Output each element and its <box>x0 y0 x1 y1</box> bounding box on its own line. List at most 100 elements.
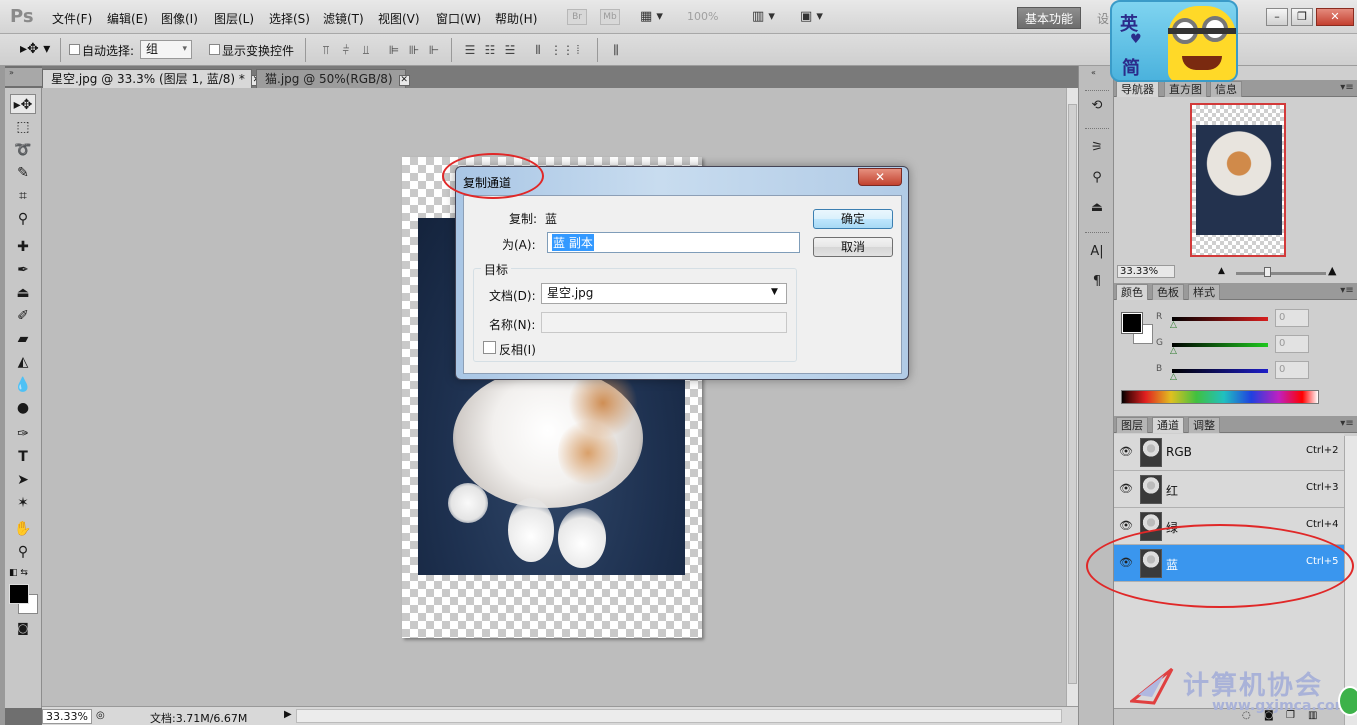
menu-view[interactable]: 视图(V) <box>378 10 420 27</box>
navigator-zoom-field[interactable]: 33.33% <box>1117 265 1175 278</box>
dock-expand-icon[interactable]: « <box>1091 68 1096 77</box>
navigator-preview[interactable] <box>1190 103 1286 257</box>
menu-layer[interactable]: 图层(L) <box>214 10 254 27</box>
panel-menu-icon[interactable]: ▾≡ <box>1340 417 1354 431</box>
quick-mask-icon[interactable]: ◙ <box>10 618 36 638</box>
type-tool-icon[interactable]: T <box>10 447 36 467</box>
brush-panel-icon[interactable]: ⚲ <box>1087 168 1107 188</box>
panel-menu-icon[interactable]: ▾≡ <box>1340 284 1354 298</box>
bridge-button[interactable]: Br <box>567 9 587 25</box>
quick-selection-tool-icon[interactable]: ✎ <box>10 163 36 183</box>
distribute-vcenter-icon[interactable]: ☷ <box>482 42 498 58</box>
auto-select-target-select[interactable]: 组 ▾ <box>140 40 192 59</box>
channel-row-red[interactable]: 👁 红 Ctrl+3 <box>1114 471 1344 508</box>
auto-align-layers-icon[interactable]: ⫼ <box>608 42 624 58</box>
move-tool-preset-icon[interactable]: ▸✥ ▾ <box>20 41 50 57</box>
tab-info[interactable]: 信息 <box>1210 81 1242 97</box>
menu-window[interactable]: 窗口(W) <box>436 10 481 27</box>
lasso-tool-icon[interactable]: ➰ <box>10 140 36 160</box>
tab-cat[interactable]: 猫.jpg @ 50%(RGB/8) ✕ <box>256 69 410 88</box>
character-panel-icon[interactable]: A| <box>1087 242 1107 262</box>
distribute-bottom-icon[interactable]: ☱ <box>502 42 518 58</box>
channels-scrollbar[interactable] <box>1344 436 1357 725</box>
color-spectrum-bar[interactable] <box>1121 390 1319 404</box>
minimize-button[interactable]: – <box>1266 8 1288 26</box>
red-value-field[interactable]: 0 <box>1275 309 1309 327</box>
canvas-horizontal-scrollbar[interactable] <box>296 709 1062 723</box>
arrange-documents-icon[interactable]: ▥ ▾ <box>752 9 775 24</box>
ok-button[interactable]: 确定 <box>813 209 893 229</box>
restore-button[interactable]: ❐ <box>1291 8 1313 26</box>
tab-starry-sky[interactable]: 星空.jpg @ 33.3% (图层 1, 蓝/8) *✕ <box>42 69 262 88</box>
align-vcenter-icon[interactable]: ⫩ <box>338 42 354 58</box>
screen-layout-icon[interactable]: ▣ ▾ <box>800 9 823 24</box>
tab-histogram[interactable]: 直方图 <box>1164 81 1207 97</box>
zoom-level-menu[interactable]: 100% <box>687 10 718 23</box>
distribute-left-icon[interactable]: ⦀ <box>530 42 546 58</box>
menu-help[interactable]: 帮助(H) <box>495 10 537 27</box>
navigator-zoom-slider[interactable] <box>1236 272 1326 275</box>
canvas-vertical-scrollbar[interactable] <box>1066 88 1078 706</box>
foreground-color-swatch[interactable] <box>1121 312 1143 334</box>
zoom-level-field[interactable]: 33.33% <box>42 709 92 724</box>
eye-icon[interactable]: 👁 <box>1118 445 1134 459</box>
tab-navigator[interactable]: 导航器 <box>1116 81 1159 97</box>
path-selection-tool-icon[interactable]: ➤ <box>10 470 36 490</box>
dodge-tool-icon[interactable]: ● <box>10 398 36 418</box>
move-tool-icon[interactable]: ▸✥ <box>10 94 36 114</box>
zoom-out-icon[interactable]: ▲ <box>1218 266 1225 276</box>
green-value-field[interactable]: 0 <box>1275 335 1309 353</box>
panel-menu-icon[interactable]: ▾≡ <box>1340 81 1354 95</box>
menu-filter[interactable]: 滤镜(T) <box>323 10 364 27</box>
history-brush-tool-icon[interactable]: ✐ <box>10 306 36 326</box>
paragraph-panel-icon[interactable]: ¶ <box>1087 272 1107 292</box>
crop-tool-icon[interactable]: ⌗ <box>10 186 36 206</box>
blue-value-field[interactable]: 0 <box>1275 361 1309 379</box>
channel-row-rgb[interactable]: 👁 RGB Ctrl+2 <box>1114 434 1344 471</box>
mini-bridge-button[interactable]: Mb <box>600 9 620 25</box>
show-transform-checkbox[interactable] <box>209 44 220 55</box>
marquee-tool-icon[interactable]: ⬚ <box>10 117 36 137</box>
green-slider[interactable] <box>1172 343 1268 347</box>
clone-source-icon[interactable]: ⏏ <box>1087 198 1107 218</box>
tab-channels[interactable]: 通道 <box>1152 417 1184 433</box>
document-select[interactable]: 星空.jpg <box>541 283 787 304</box>
tab-swatches[interactable]: 色板 <box>1152 284 1184 300</box>
align-top-icon[interactable]: ⫪ <box>318 42 334 58</box>
default-colors-icon[interactable]: ◧ ⇆ <box>9 568 28 578</box>
close-icon[interactable]: ✕ <box>398 75 410 86</box>
cancel-button[interactable]: 取消 <box>813 237 893 257</box>
dialog-close-button[interactable]: ✕ <box>858 168 902 186</box>
workspace-design-button[interactable]: 设 <box>1097 10 1109 27</box>
custom-shape-tool-icon[interactable]: ✶ <box>10 493 36 513</box>
align-bottom-icon[interactable]: ⫫ <box>358 42 374 58</box>
red-slider[interactable] <box>1172 317 1268 321</box>
pen-tool-icon[interactable]: ✑ <box>10 424 36 444</box>
screen-mode-icon[interactable]: ▦ ▾ <box>640 9 663 24</box>
menu-image[interactable]: 图像(I) <box>161 10 198 27</box>
eyedropper-tool-icon[interactable]: ⚲ <box>10 209 36 229</box>
eraser-tool-icon[interactable]: ▰ <box>10 329 36 349</box>
distribute-top-icon[interactable]: ☰ <box>462 42 478 58</box>
brush-presets-icon[interactable]: ⚞ <box>1087 138 1107 158</box>
slider-triangle-icon[interactable]: △ <box>1170 346 1177 356</box>
tab-layers[interactable]: 图层 <box>1116 417 1148 433</box>
hand-tool-icon[interactable]: ✋ <box>10 519 36 539</box>
align-right-icon[interactable]: ⊩ <box>426 42 442 58</box>
blue-slider[interactable] <box>1172 369 1268 373</box>
chevron-down-icon[interactable]: ▼ <box>771 287 778 297</box>
menu-file[interactable]: 文件(F) <box>52 10 92 27</box>
zoom-tool-icon[interactable]: ⚲ <box>10 542 36 562</box>
foreground-color-swatch[interactable] <box>9 584 29 604</box>
menu-select[interactable]: 选择(S) <box>269 10 310 27</box>
scrollbar-thumb[interactable] <box>1068 104 1077 684</box>
distribute-right-icon[interactable]: ⦙ <box>570 42 586 58</box>
tab-styles[interactable]: 样式 <box>1188 284 1220 300</box>
toolbar-collapse-icon[interactable]: » <box>5 68 42 86</box>
tab-adjustments[interactable]: 调整 <box>1188 417 1220 433</box>
slider-triangle-icon[interactable]: △ <box>1170 372 1177 382</box>
auto-select-checkbox[interactable] <box>69 44 80 55</box>
align-hcenter-icon[interactable]: ⊪ <box>406 42 422 58</box>
slider-triangle-icon[interactable]: △ <box>1170 320 1177 330</box>
brush-tool-icon[interactable]: ✒ <box>10 260 36 280</box>
